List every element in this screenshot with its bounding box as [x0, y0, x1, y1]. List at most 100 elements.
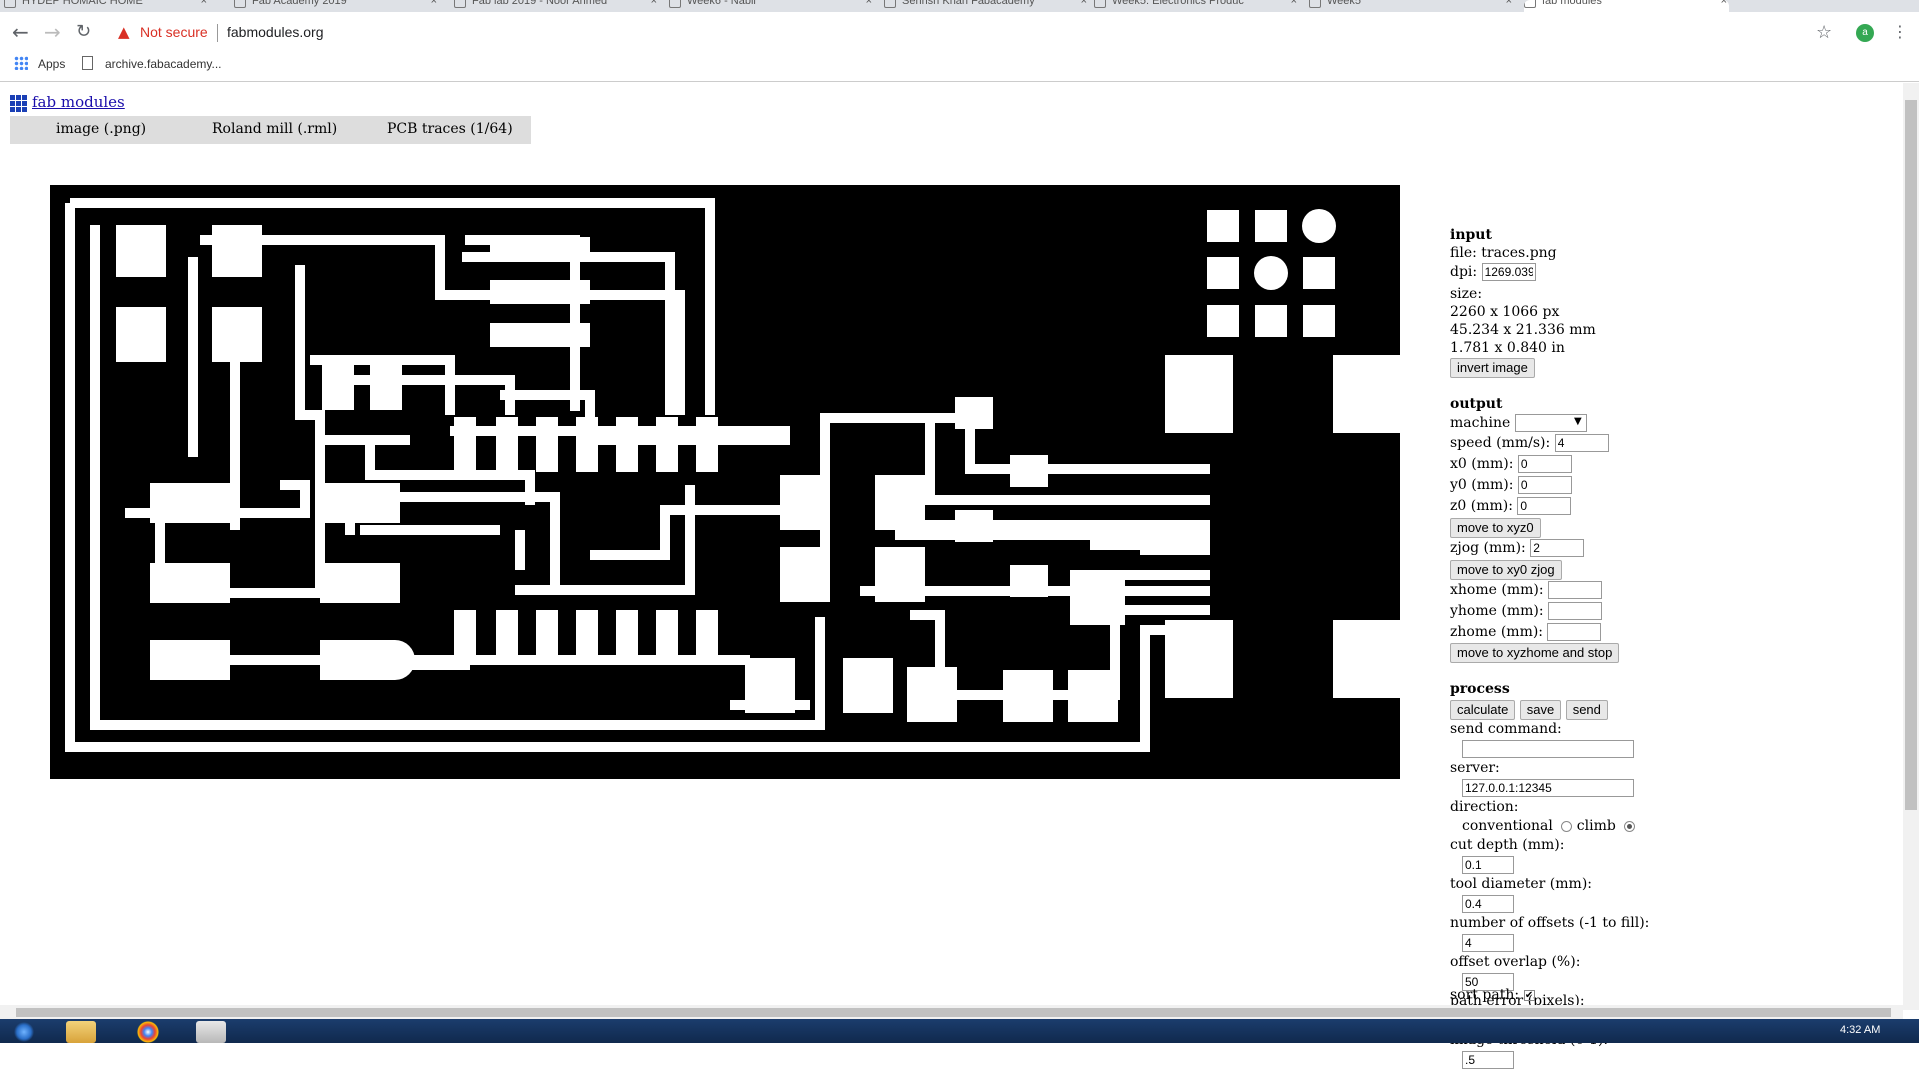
horizontal-scrollbar-thumb[interactable] [16, 1008, 1891, 1017]
forward-arrow-icon[interactable]: → [44, 20, 61, 44]
tab-close-icon[interactable]: × [651, 0, 657, 7]
tab-close-icon[interactable]: × [201, 0, 207, 7]
mode-image-png[interactable]: image (.png) [56, 121, 146, 137]
zjog-input[interactable] [1530, 539, 1585, 557]
tab-close-icon[interactable]: × [1506, 0, 1512, 7]
mode-selector-bar: image (.png) Roland mill (.rml) PCB trac… [10, 116, 531, 144]
input-heading: input [1450, 227, 1492, 243]
dpi-input[interactable] [1481, 263, 1536, 281]
browser-menu-icon[interactable]: ⋮ [1892, 22, 1908, 41]
calculate-button[interactable]: calculate [1450, 700, 1516, 720]
tab-favicon-icon [884, 0, 896, 8]
profile-avatar[interactable]: a [1856, 24, 1874, 42]
security-status[interactable]: Not secure [140, 24, 208, 40]
tab-close-icon[interactable]: × [431, 0, 437, 7]
browser-tab[interactable]: Sehrish Khan Fabacademy × [884, 0, 1089, 12]
tab-close-icon[interactable]: × [866, 0, 872, 7]
mode-pcb-traces[interactable]: PCB traces (1/64) [387, 121, 513, 137]
machine-label: machine [1450, 415, 1511, 431]
fab-modules-link[interactable]: fab modules [32, 93, 125, 111]
yhome-input[interactable] [1548, 602, 1603, 620]
input-file-label: file: traces.png [1450, 245, 1557, 261]
vertical-scrollbar-thumb[interactable] [1905, 100, 1917, 810]
omnibox-divider [217, 24, 218, 42]
warning-triangle-icon: ▲ [118, 23, 130, 41]
move-to-xyz0-button[interactable]: move to xyz0 [1450, 518, 1541, 538]
tab-label: fab modules [1542, 0, 1602, 7]
bookmark-star-icon[interactable]: ☆ [1816, 22, 1832, 43]
browser-tab[interactable]: Fab Academy 2019 × [234, 0, 439, 12]
send-command-input[interactable] [1462, 740, 1634, 758]
tab-favicon-icon [1524, 0, 1536, 8]
invert-image-button[interactable]: invert image [1450, 358, 1535, 378]
tab-favicon-icon [234, 0, 246, 8]
tab-favicon-icon [454, 0, 466, 8]
speed-input[interactable] [1554, 434, 1609, 452]
climb-label: climb [1576, 818, 1616, 834]
tab-close-icon[interactable]: × [1081, 0, 1087, 7]
output-heading: output [1450, 396, 1503, 412]
bookmarks-bar [0, 52, 1919, 82]
offsets-input[interactable] [1462, 934, 1514, 952]
machine-select[interactable]: ▼ [1514, 414, 1587, 432]
browser-tab[interactable]: Fab lab 2019 - Noor Ahmed × [454, 0, 659, 12]
tool-diameter-input[interactable] [1462, 895, 1514, 913]
file-explorer-icon[interactable] [66, 1021, 96, 1043]
browser-tab[interactable]: HYDEP HOMAIC HOME × [4, 0, 209, 12]
tab-label: Week5 [1327, 0, 1362, 7]
x0-input[interactable] [1517, 455, 1572, 473]
xhome-label: xhome (mm): [1450, 582, 1544, 598]
dropdown-arrow-icon: ▼ [1574, 416, 1582, 427]
address-bar[interactable]: ▲ Not secure fabmodules.org [112, 19, 1792, 47]
bookmark-archive-fabacademy[interactable]: archive.fabacademy... [105, 57, 222, 71]
tab-close-icon[interactable]: × [1291, 0, 1297, 7]
save-button[interactable]: save [1519, 700, 1562, 720]
tab-label: Sehrish Khan Fabacademy [902, 0, 1035, 7]
xhome-input[interactable] [1548, 581, 1602, 599]
z0-label: z0 (mm): [1450, 498, 1513, 514]
move-to-xy0-zjog-button[interactable]: move to xy0 zjog [1450, 560, 1562, 580]
tab-label: HYDEP HOMAIC HOME [22, 0, 143, 7]
zhome-input[interactable] [1547, 623, 1602, 641]
cut-depth-label: cut depth (mm): [1450, 837, 1565, 853]
page-content: fab modules image (.png) Roland mill (.r… [0, 83, 1903, 1069]
browser-tab[interactable]: fab modules × [1524, 0, 1729, 12]
browser-tab[interactable]: Week6 - Nabil × [669, 0, 874, 12]
move-to-xyzhome-button[interactable]: move to xyzhome and stop [1450, 643, 1620, 663]
send-command-label: send command: [1450, 721, 1562, 737]
fab-modules-logo-icon[interactable] [10, 95, 28, 113]
speed-label: speed (mm/s): [1450, 435, 1551, 451]
climb-radio[interactable] [1624, 820, 1636, 832]
tab-favicon-icon [669, 0, 681, 8]
sort-path-checkbox[interactable]: ✔ [1523, 989, 1535, 1001]
taskbar-clock: 4:32 AM [1840, 1024, 1881, 1036]
back-arrow-icon[interactable]: ← [12, 20, 29, 44]
direction-label: direction: [1450, 799, 1519, 815]
dpi-label: dpi: [1450, 264, 1478, 280]
zjog-label: zjog (mm): [1450, 540, 1526, 556]
paint-icon[interactable] [196, 1021, 226, 1043]
size-mm: 45.234 x 21.336 mm [1450, 322, 1596, 338]
reload-icon[interactable]: ↻ [76, 21, 91, 42]
send-button[interactable]: send [1565, 700, 1608, 720]
cut-depth-input[interactable] [1462, 856, 1514, 874]
tab-close-icon[interactable]: × [1721, 0, 1727, 7]
browser-tab[interactable]: Week5: Electronics Produc × [1094, 0, 1299, 12]
tab-label: Week6 - Nabil [687, 0, 756, 7]
y0-input[interactable] [1517, 476, 1572, 494]
start-button-icon[interactable] [2, 1021, 46, 1043]
process-heading: process [1450, 681, 1510, 697]
z0-input[interactable] [1517, 497, 1572, 515]
zhome-label: zhome (mm): [1450, 624, 1544, 640]
url-text[interactable]: fabmodules.org [227, 24, 324, 40]
sort-path-label: sort path: [1450, 987, 1520, 1003]
server-input[interactable] [1462, 779, 1634, 797]
mode-roland-mill-rml[interactable]: Roland mill (.rml) [212, 121, 337, 137]
browser-tab[interactable]: Week5 × [1309, 0, 1514, 12]
bookmark-apps[interactable]: Apps [38, 57, 65, 71]
tab-label: Fab Academy 2019 [252, 0, 347, 7]
threshold-input[interactable] [1462, 1051, 1514, 1069]
conventional-radio[interactable] [1561, 820, 1573, 832]
apps-grid-icon[interactable] [14, 56, 28, 70]
chrome-icon[interactable] [133, 1021, 163, 1043]
